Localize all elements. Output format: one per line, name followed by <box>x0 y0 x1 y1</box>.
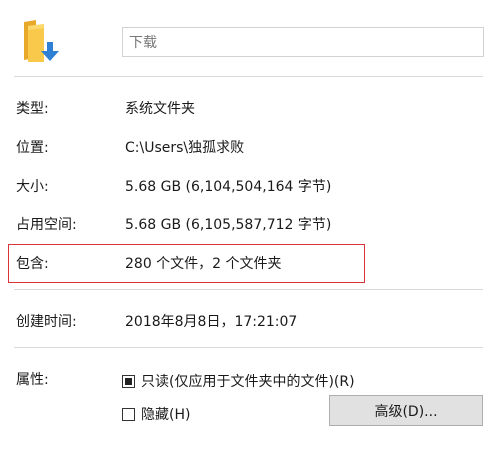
size-value: 5.68 GB (6,104,504,164 字节) <box>125 179 332 195</box>
hidden-checkbox[interactable] <box>122 407 135 421</box>
location-value: C:\Users\独孤求败 <box>125 140 245 156</box>
separator <box>14 289 483 290</box>
size-on-disk-value: 5.68 GB (6,105,587,712 字节) <box>125 217 332 233</box>
contains-value: 280 个文件，2 个文件夹 <box>125 256 282 272</box>
type-label: 类型: <box>16 101 49 117</box>
size-on-disk-label: 占用空间: <box>16 217 77 233</box>
hidden-label: 隐藏(H) <box>141 407 191 423</box>
folder-download-icon <box>24 20 59 62</box>
readonly-label: 只读(仅应用于文件夹中的文件)(R) <box>141 374 355 390</box>
folder-name-input[interactable] <box>122 27 484 57</box>
created-label: 创建时间: <box>16 314 77 330</box>
hidden-checkbox-row[interactable]: 隐藏(H) <box>122 404 190 424</box>
separator <box>14 76 483 77</box>
contains-label: 包含: <box>16 256 49 272</box>
readonly-checkbox-row[interactable]: 只读(仅应用于文件夹中的文件)(R) <box>122 371 355 391</box>
readonly-checkbox[interactable] <box>122 374 135 388</box>
created-value: 2018年8月8日，17:21:07 <box>125 314 298 330</box>
advanced-button[interactable]: 高级(D)... <box>329 395 483 426</box>
attributes-label: 属性: <box>16 372 49 388</box>
separator <box>14 347 483 348</box>
location-label: 位置: <box>16 140 49 156</box>
size-label: 大小: <box>16 179 49 195</box>
type-value: 系统文件夹 <box>125 101 195 117</box>
